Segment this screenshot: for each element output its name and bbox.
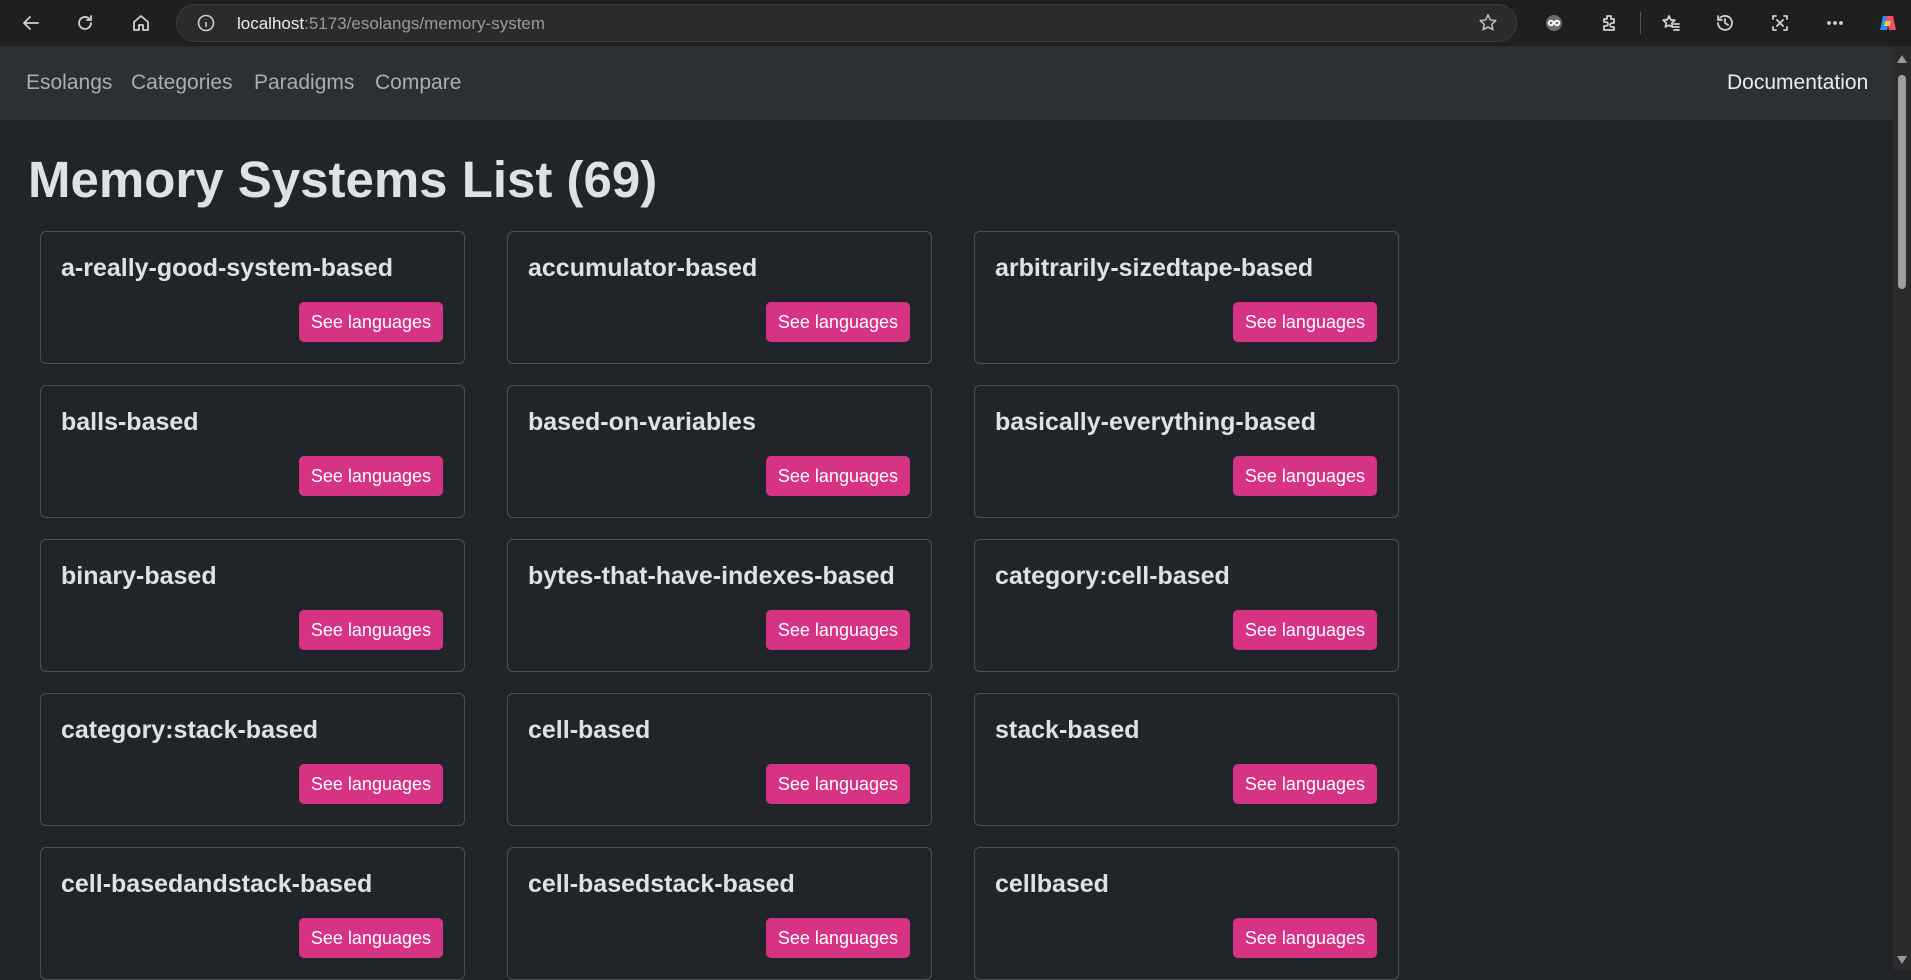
extensions-icon[interactable] <box>1592 6 1626 40</box>
back-arrow-icon[interactable] <box>14 6 48 40</box>
memory-system-card: cell-basedstack-based See languages <box>507 847 932 980</box>
card-title: category:cell-based <box>995 562 1230 590</box>
card-title: a-really-good-system-based <box>61 254 394 282</box>
favorites-icon[interactable] <box>1654 6 1688 40</box>
see-languages-button[interactable]: See languages <box>298 918 443 958</box>
memory-system-card: binary-based See languages <box>40 539 465 672</box>
url-host: localhost <box>237 14 305 33</box>
memory-system-card: a-really-good-system-based See languages <box>40 231 465 364</box>
card-title: stack-based <box>995 716 1140 744</box>
page-title: Memory Systems List (69) <box>28 151 658 208</box>
card-title: cell-based <box>528 716 651 744</box>
card-title: cell-basedandstack-based <box>61 870 373 898</box>
card-title: based-on-variables <box>528 408 756 436</box>
browser-toolbar: localhost:5173/esolangs/memory-system <box>0 0 1911 47</box>
see-languages-button[interactable]: See languages <box>298 764 443 804</box>
card-title: basically-everything-based <box>995 408 1316 436</box>
memory-system-card: arbitrarily-sizedtape-based See language… <box>974 231 1399 364</box>
info-icon[interactable] <box>197 14 215 32</box>
see-languages-button[interactable]: See languages <box>765 302 910 342</box>
see-languages-button[interactable]: See languages <box>765 610 910 650</box>
memory-system-card: cellbased See languages <box>974 847 1399 980</box>
nav-link-compare[interactable]: Compare <box>375 71 461 95</box>
refresh-icon[interactable] <box>68 6 102 40</box>
see-languages-button[interactable]: See languages <box>765 456 910 496</box>
see-languages-button[interactable]: See languages <box>1232 918 1377 958</box>
address-bar[interactable]: localhost:5173/esolangs/memory-system <box>176 4 1517 42</box>
card-title: bytes-that-have-indexes-based <box>528 562 895 590</box>
see-languages-button[interactable]: See languages <box>765 764 910 804</box>
home-icon[interactable] <box>124 6 158 40</box>
history-icon[interactable] <box>1708 6 1742 40</box>
screenshot-icon[interactable] <box>1763 6 1797 40</box>
nav-link-documentation[interactable]: Documentation <box>1727 71 1868 95</box>
see-languages-button[interactable]: See languages <box>298 302 443 342</box>
memory-system-card: category:stack-based See languages <box>40 693 465 826</box>
memory-system-card: basically-everything-based See languages <box>974 385 1399 518</box>
memory-system-card: category:cell-based See languages <box>974 539 1399 672</box>
card-title: accumulator-based <box>528 254 758 282</box>
see-languages-button[interactable]: See languages <box>1232 610 1377 650</box>
copilot-icon[interactable] <box>1871 6 1905 40</box>
memory-system-card: accumulator-based See languages <box>507 231 932 364</box>
see-languages-button[interactable]: See languages <box>1232 456 1377 496</box>
nav-link-esolangs[interactable]: Esolangs <box>26 71 112 95</box>
card-title: category:stack-based <box>61 716 319 744</box>
card-title: binary-based <box>61 562 217 590</box>
card-title: arbitrarily-sizedtape-based <box>995 254 1314 282</box>
page-scrollbar[interactable] <box>1893 47 1911 970</box>
profile-icon[interactable] <box>1537 6 1571 40</box>
memory-system-card: stack-based See languages <box>974 693 1399 826</box>
see-languages-button[interactable]: See languages <box>1232 302 1377 342</box>
url-path: :5173/esolangs/memory-system <box>304 14 546 33</box>
memory-system-grid: a-really-good-system-based See languages… <box>40 231 1399 980</box>
see-languages-button[interactable]: See languages <box>765 918 910 958</box>
nav-link-paradigms[interactable]: Paradigms <box>254 71 354 95</box>
nav-link-categories[interactable]: Categories <box>131 71 233 95</box>
top-navbar: Esolangs Categories Paradigms Compare Do… <box>0 47 1893 120</box>
url-text[interactable]: localhost:5173/esolangs/memory-system <box>237 14 545 34</box>
more-icon[interactable] <box>1818 6 1852 40</box>
memory-system-card: balls-based See languages <box>40 385 465 518</box>
card-title: cell-basedstack-based <box>528 870 795 898</box>
star-icon[interactable] <box>1478 13 1498 33</box>
scroll-down-icon[interactable] <box>1897 956 1907 964</box>
card-title: cellbased <box>995 870 1109 898</box>
scroll-thumb[interactable] <box>1898 75 1906 289</box>
toolbar-divider <box>1640 12 1641 34</box>
card-title: balls-based <box>61 408 199 436</box>
see-languages-button[interactable]: See languages <box>298 610 443 650</box>
memory-system-card: bytes-that-have-indexes-based See langua… <box>507 539 932 672</box>
memory-system-card: cell-basedandstack-based See languages <box>40 847 465 980</box>
memory-system-card: cell-based See languages <box>507 693 932 826</box>
see-languages-button[interactable]: See languages <box>1232 764 1377 804</box>
see-languages-button[interactable]: See languages <box>298 456 443 496</box>
scroll-up-icon[interactable] <box>1897 55 1907 63</box>
memory-system-card: based-on-variables See languages <box>507 385 932 518</box>
